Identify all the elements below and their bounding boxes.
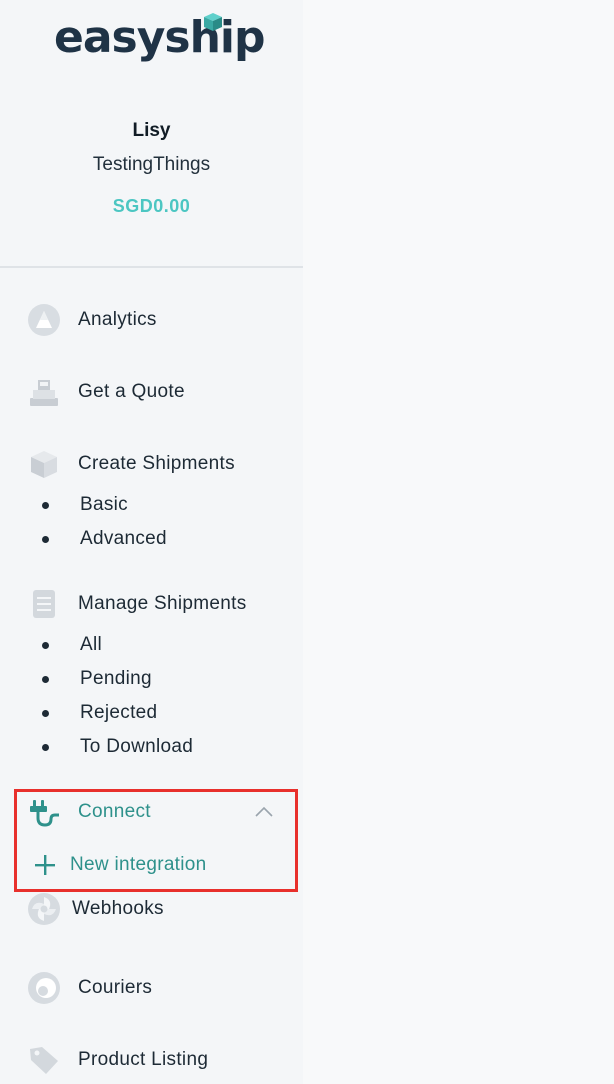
- plus-icon: [35, 855, 55, 875]
- box-icon: [26, 446, 62, 482]
- sub-item-label: Pending: [80, 668, 152, 689]
- logo-cube-icon: [204, 13, 222, 31]
- bullet: [42, 743, 49, 751]
- nav-label: Create Shipments: [78, 453, 235, 474]
- nav-item-get-a-quote[interactable]: Get a Quote: [26, 374, 185, 410]
- nav-label: Product Listing: [78, 1049, 209, 1070]
- nav-label: Get a Quote: [78, 381, 185, 402]
- nav-item-connect[interactable]: Connect: [26, 794, 151, 830]
- nav-item-couriers[interactable]: Couriers: [26, 970, 152, 1006]
- clipboard-icon: [26, 586, 62, 622]
- account-balance[interactable]: SGD0.00: [0, 194, 303, 218]
- nav-item-manage-shipments[interactable]: Manage Shipments: [26, 586, 247, 622]
- logo[interactable]: easyship: [54, 8, 265, 68]
- sub-item-basic[interactable]: Basic: [42, 491, 128, 519]
- bullet: [42, 709, 49, 717]
- sub-item-label: Basic: [80, 494, 128, 515]
- sub-item-label: To Download: [80, 736, 194, 757]
- divider: [0, 266, 303, 268]
- nav-item-product-listing[interactable]: Product Listing: [26, 1042, 208, 1078]
- company-name: TestingThings: [92, 154, 211, 175]
- profile-card: Lisy TestingThings SGD0.00: [0, 118, 303, 218]
- sub-item-label: New integration: [70, 854, 207, 875]
- sub-item-advanced[interactable]: Advanced: [42, 525, 167, 553]
- nav-label: Webhooks: [72, 898, 164, 919]
- sub-item-label: All: [80, 634, 103, 655]
- couriers-icon: [26, 970, 62, 1006]
- main-content-area: [303, 0, 614, 1084]
- logo-text: easyship: [54, 12, 265, 63]
- sub-item-label: Rejected: [80, 702, 158, 723]
- quote-icon: [26, 374, 62, 410]
- tag-icon: [26, 1042, 62, 1078]
- sidebar: easyship Lisy TestingThings SGD0.00 Anal…: [0, 0, 303, 1084]
- analytics-icon: [26, 302, 62, 338]
- nav-item-webhooks[interactable]: Webhooks: [26, 891, 164, 927]
- nav-item-create-shipments[interactable]: Create Shipments: [26, 446, 235, 482]
- bullet: [42, 535, 49, 543]
- sub-item-all[interactable]: All: [42, 631, 102, 659]
- sub-item-pending[interactable]: Pending: [42, 665, 152, 693]
- bullet: [42, 501, 49, 509]
- sub-item-to-download[interactable]: To Download: [42, 733, 193, 761]
- nav-label: Couriers: [78, 977, 153, 998]
- user-name: Lisy: [132, 120, 171, 141]
- nav-label: Manage Shipments: [78, 593, 247, 614]
- bullet: [42, 675, 49, 683]
- plug-icon: [26, 794, 62, 830]
- webhooks-icon: [26, 891, 62, 927]
- sub-item-label: Advanced: [80, 528, 167, 549]
- nav-label: Analytics: [78, 309, 157, 330]
- bullet: [42, 641, 49, 649]
- sub-item-new-integration[interactable]: New integration: [34, 851, 207, 879]
- chevron-up-icon[interactable]: [255, 806, 273, 818]
- sub-item-rejected[interactable]: Rejected: [42, 699, 157, 727]
- nav-label: Connect: [78, 801, 151, 822]
- nav-item-analytics[interactable]: Analytics: [26, 302, 157, 338]
